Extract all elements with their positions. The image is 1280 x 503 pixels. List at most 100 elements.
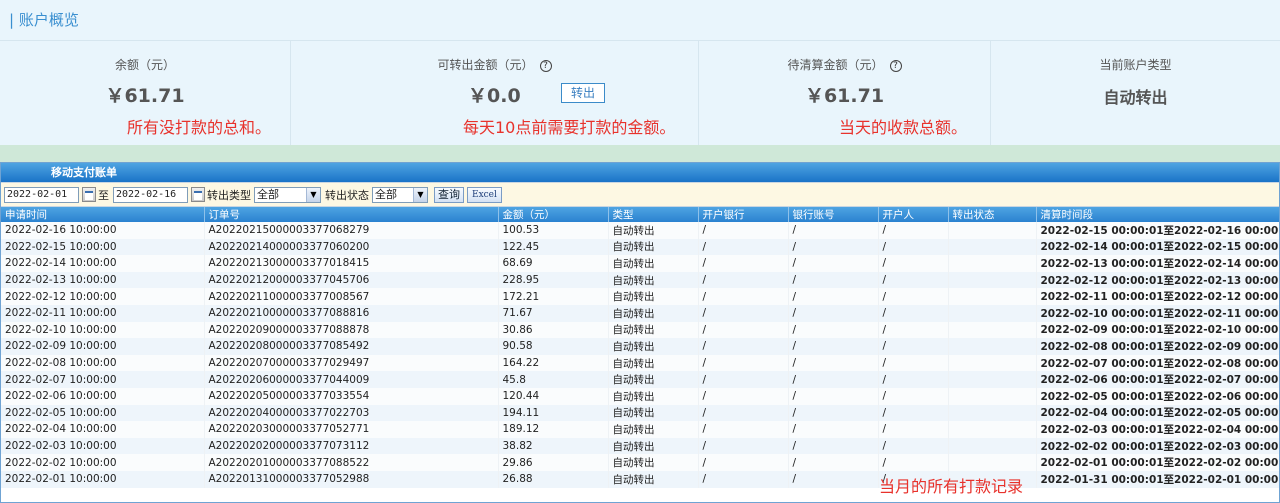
to-label: 至 <box>98 188 109 202</box>
table-cell <box>948 321 1037 339</box>
table-row[interactable]: 2022-02-08 10:00:00 A20220207000003377029… <box>1 354 1279 372</box>
table-cell: / <box>788 354 879 372</box>
table-cell: / <box>878 454 949 471</box>
table-cell: A20220214000003377060200 <box>204 238 499 256</box>
column-header[interactable]: 开户人 <box>878 207 949 222</box>
table-row[interactable]: 2022-02-11 10:00:00 A20220210000003377088… <box>1 304 1279 322</box>
table-cell <box>948 437 1037 455</box>
table-cell: / <box>698 437 789 455</box>
table-cell: / <box>698 371 789 388</box>
end-date-input[interactable]: 2022-02-16 <box>113 186 188 203</box>
table-cell: / <box>788 454 879 471</box>
column-header[interactable]: 银行账号 <box>788 207 879 222</box>
table-cell: 228.95 <box>498 271 609 289</box>
start-date-input[interactable]: 2022-02-01 <box>4 186 79 203</box>
help-icon[interactable]: ? <box>889 60 902 72</box>
table-cell: A20220208000003377085492 <box>204 338 499 355</box>
column-header[interactable]: 订单号 <box>204 207 499 222</box>
table-header-row: 申请时间 订单号 金额（元） 类型 开户银行 银行账号 开户人 转出状态 清算时… <box>1 207 1279 222</box>
table-cell: / <box>698 470 789 488</box>
table-cell: 2022-02-10 00:00:01至2022-02-11 00:00:00 <box>1036 304 1279 322</box>
table-cell: 38.82 <box>498 437 609 455</box>
table-cell: / <box>698 321 789 339</box>
table-cell <box>948 222 1037 239</box>
table-cell: 自动转出 <box>608 387 699 405</box>
table-cell: / <box>698 404 789 422</box>
table-cell <box>948 288 1037 305</box>
table-cell: A20220210000003377088816 <box>204 304 499 322</box>
table-cell: / <box>788 222 879 239</box>
table-row[interactable]: 2022-02-09 10:00:00 A20220208000003377085… <box>1 338 1279 355</box>
calendar-icon[interactable] <box>191 187 205 202</box>
table-cell: 68.69 <box>498 255 609 272</box>
table-cell: 2022-02-15 00:00:01至2022-02-16 00:00:00 <box>1036 222 1279 239</box>
table-cell: 2022-02-04 00:00:01至2022-02-05 00:00:00 <box>1036 404 1279 422</box>
page-title: | 账户概览 <box>9 11 79 29</box>
type-select-value: 全部 <box>257 187 279 201</box>
table-row[interactable]: 2022-02-01 10:00:00 A20220131000003377052… <box>1 470 1279 488</box>
column-header[interactable]: 类型 <box>608 207 699 222</box>
table-row[interactable]: 2022-02-14 10:00:00 A20220213000003377018… <box>1 255 1279 272</box>
table-row[interactable]: 2022-02-16 10:00:00 A20220215000003377068… <box>1 222 1279 239</box>
table-row[interactable]: 2022-02-02 10:00:00 A20220201000003377088… <box>1 454 1279 471</box>
table-row[interactable]: 2022-02-13 10:00:00 A20220212000003377045… <box>1 271 1279 289</box>
help-icon[interactable]: ? <box>539 60 552 72</box>
table-cell: / <box>698 387 789 405</box>
balance-value: ￥61.71 <box>105 85 185 107</box>
table-cell: 自动转出 <box>608 255 699 272</box>
table-row[interactable]: 2022-02-05 10:00:00 A20220204000003377022… <box>1 404 1279 422</box>
table-row[interactable]: 2022-02-03 10:00:00 A20220202000003377073… <box>1 437 1279 455</box>
table-cell: 26.88 <box>498 470 609 488</box>
monthly-records-note: 当月的所有打款记录 <box>879 477 1024 496</box>
table-row[interactable]: 2022-02-15 10:00:00 A20220214000003377060… <box>1 238 1279 256</box>
transferable-label: 可转出金额（元） <box>437 58 534 72</box>
table-cell: A20220201000003377088522 <box>204 454 499 471</box>
table-cell: / <box>788 271 879 289</box>
table-cell <box>948 371 1037 388</box>
table-cell: 2022-02-09 00:00:01至2022-02-10 00:00:00 <box>1036 321 1279 339</box>
query-button[interactable]: 查询 <box>434 186 464 203</box>
type-select[interactable]: 全部 ▼ <box>254 186 321 203</box>
column-header[interactable]: 开户银行 <box>698 207 789 222</box>
table-cell: 29.86 <box>498 454 609 471</box>
table-cell <box>948 255 1037 272</box>
table-row[interactable]: 2022-02-06 10:00:00 A20220205000003377033… <box>1 387 1279 405</box>
table-cell: / <box>878 354 949 372</box>
table-row[interactable]: 2022-02-07 10:00:00 A20220206000003377044… <box>1 371 1279 388</box>
table-cell: 2022-02-12 00:00:01至2022-02-13 00:00:00 <box>1036 271 1279 289</box>
table-cell <box>948 338 1037 355</box>
transfer-out-button[interactable]: 转出 <box>561 83 605 103</box>
table-row[interactable]: 2022-02-10 10:00:00 A20220209000003377088… <box>1 321 1279 339</box>
account-type-value: 自动转出 <box>1103 88 1168 107</box>
table-row[interactable]: 2022-02-12 10:00:00 A20220211000003377008… <box>1 288 1279 305</box>
type-label: 转出类型 <box>207 188 251 202</box>
table-row[interactable]: 2022-02-04 10:00:00 A20220203000003377052… <box>1 421 1279 438</box>
table-cell: 2022-02-09 10:00:00 <box>1 338 205 355</box>
column-header[interactable]: 申请时间 <box>1 207 205 222</box>
table-cell: 自动转出 <box>608 238 699 256</box>
table-cell: 2022-02-07 10:00:00 <box>1 371 205 388</box>
table-cell: 45.8 <box>498 371 609 388</box>
section-divider <box>0 145 1280 162</box>
table-cell: / <box>698 288 789 305</box>
table-cell: 2022-02-01 10:00:00 <box>1 470 205 488</box>
column-header[interactable]: 转出状态 <box>948 207 1037 222</box>
table-cell <box>948 404 1037 422</box>
table-cell: / <box>698 238 789 256</box>
account-type-label: 当前账户类型 <box>1099 58 1172 72</box>
column-header[interactable]: 金额（元） <box>498 207 609 222</box>
transferable-label-row: 可转出金额（元）? <box>291 56 698 73</box>
table-cell: / <box>698 271 789 289</box>
table-cell: 自动转出 <box>608 404 699 422</box>
excel-export-button[interactable]: Excel <box>467 186 502 203</box>
table-cell: A20220131000003377052988 <box>204 470 499 488</box>
calendar-icon[interactable] <box>82 187 96 202</box>
table-cell: A20220205000003377033554 <box>204 387 499 405</box>
column-header[interactable]: 清算时间段 <box>1036 207 1279 222</box>
table-cell: 122.45 <box>498 238 609 256</box>
pending-value: ￥61.71 <box>804 85 885 107</box>
table-cell: / <box>878 404 949 422</box>
table-cell: 90.58 <box>498 338 609 355</box>
pending-label: 待清算金额（元） <box>787 58 884 72</box>
status-select[interactable]: 全部 ▼ <box>372 186 428 203</box>
